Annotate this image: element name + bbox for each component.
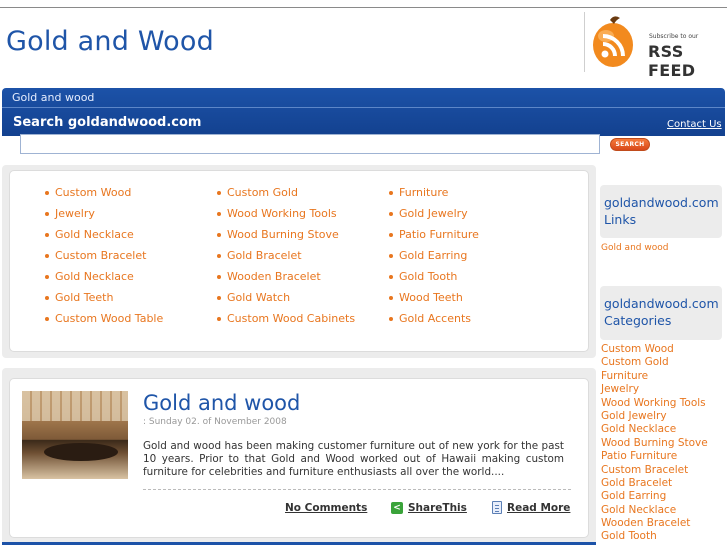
link-item[interactable]: Jewelry xyxy=(45,207,163,228)
link-item[interactable]: Gold Bracelet xyxy=(217,249,355,270)
post-excerpt: Gold and wood has been making customer f… xyxy=(143,440,564,478)
category-item[interactable]: Wood Burning Stove xyxy=(601,437,708,450)
share-icon[interactable]: < xyxy=(391,502,403,514)
link-item[interactable]: Custom Wood Table xyxy=(45,312,163,333)
post-date: : Sunday 02. of November 2008 xyxy=(143,417,287,427)
link-item[interactable]: Custom Gold xyxy=(217,186,355,207)
rss-subscribe-text[interactable]: Subscribe to our xyxy=(649,33,698,40)
header-bar-divider xyxy=(2,107,725,108)
document-icon[interactable] xyxy=(492,501,502,514)
link-item[interactable]: Wood Burning Stove xyxy=(217,228,355,249)
link-item[interactable]: Custom Bracelet xyxy=(45,249,163,270)
link-item[interactable]: Wooden Bracelet xyxy=(217,270,355,291)
link-item[interactable]: Custom Wood xyxy=(45,186,163,207)
contact-link[interactable]: Contact Us xyxy=(667,119,722,130)
links-column-3: Furniture Gold Jewelry Patio Furniture G… xyxy=(389,186,479,333)
link-item[interactable]: Gold Earring xyxy=(389,249,479,270)
category-item[interactable]: Gold Necklace xyxy=(601,504,708,517)
category-item[interactable]: Wood Working Tools xyxy=(601,397,708,410)
category-item[interactable]: Gold Necklace xyxy=(601,423,708,436)
link-item[interactable]: Gold Teeth xyxy=(45,291,163,312)
comments-link[interactable]: No Comments xyxy=(285,502,367,514)
category-item[interactable]: Gold Earring xyxy=(601,490,708,503)
post-thumbnail[interactable] xyxy=(22,391,128,479)
links-column-2: Custom Gold Wood Working Tools Wood Burn… xyxy=(217,186,355,333)
link-item[interactable]: Gold Watch xyxy=(217,291,355,312)
search-input[interactable] xyxy=(20,134,600,154)
category-item[interactable]: Jewelry xyxy=(601,383,708,396)
category-item[interactable]: Gold Jewelry xyxy=(601,410,708,423)
link-item[interactable]: Patio Furniture xyxy=(389,228,479,249)
category-item[interactable]: Custom Gold xyxy=(601,356,708,369)
sidebar-link[interactable]: Gold and wood xyxy=(601,243,668,253)
category-item[interactable]: Gold Tooth xyxy=(601,530,708,543)
search-button[interactable]: SEARCH xyxy=(610,138,650,151)
link-item[interactable]: Gold Necklace xyxy=(45,228,163,249)
sidebar-links-header: goldandwood.com Links xyxy=(600,185,722,238)
sidebar-categories-header: goldandwood.com Categories xyxy=(600,286,722,340)
links-column-1: Custom Wood Jewelry Gold Necklace Custom… xyxy=(45,186,163,333)
category-item[interactable]: Custom Bracelet xyxy=(601,464,708,477)
link-item[interactable]: Wood Working Tools xyxy=(217,207,355,228)
link-item[interactable]: Gold Jewelry xyxy=(389,207,479,228)
category-item[interactable]: Furniture xyxy=(601,370,708,383)
link-item[interactable]: Gold Accents xyxy=(389,312,479,333)
post-title[interactable]: Gold and wood xyxy=(143,391,300,415)
link-item[interactable]: Gold Necklace xyxy=(45,270,163,291)
category-item[interactable]: Custom Wood xyxy=(601,343,708,356)
site-title[interactable]: Gold and Wood xyxy=(6,26,214,57)
link-item[interactable]: Furniture xyxy=(389,186,479,207)
category-item[interactable]: Gold Bracelet xyxy=(601,477,708,490)
link-item[interactable]: Custom Wood Cabinets xyxy=(217,312,355,333)
post-divider xyxy=(143,489,571,490)
category-item[interactable]: Wooden Bracelet xyxy=(601,517,708,530)
read-more-link[interactable]: Read More xyxy=(507,502,570,514)
rss-divider xyxy=(584,12,585,72)
sidebar-links-heading: goldandwood.com Links xyxy=(604,195,719,227)
category-item[interactable]: Patio Furniture xyxy=(601,450,708,463)
link-item[interactable]: Gold Tooth xyxy=(389,270,479,291)
search-label: Search goldandwood.com xyxy=(13,115,202,130)
rss-feed-label[interactable]: RSS FEED xyxy=(648,42,727,80)
rss-feed-icon[interactable] xyxy=(590,14,642,70)
header-subtitle: Gold and wood xyxy=(12,91,95,104)
sidebar-categories-list: Custom Wood Custom Gold Furniture Jewelr… xyxy=(601,343,708,544)
link-item[interactable]: Wood Teeth xyxy=(389,291,479,312)
sidebar-categories-heading: goldandwood.com Categories xyxy=(604,296,719,328)
top-divider xyxy=(0,7,727,8)
share-link[interactable]: ShareThis xyxy=(408,502,467,514)
